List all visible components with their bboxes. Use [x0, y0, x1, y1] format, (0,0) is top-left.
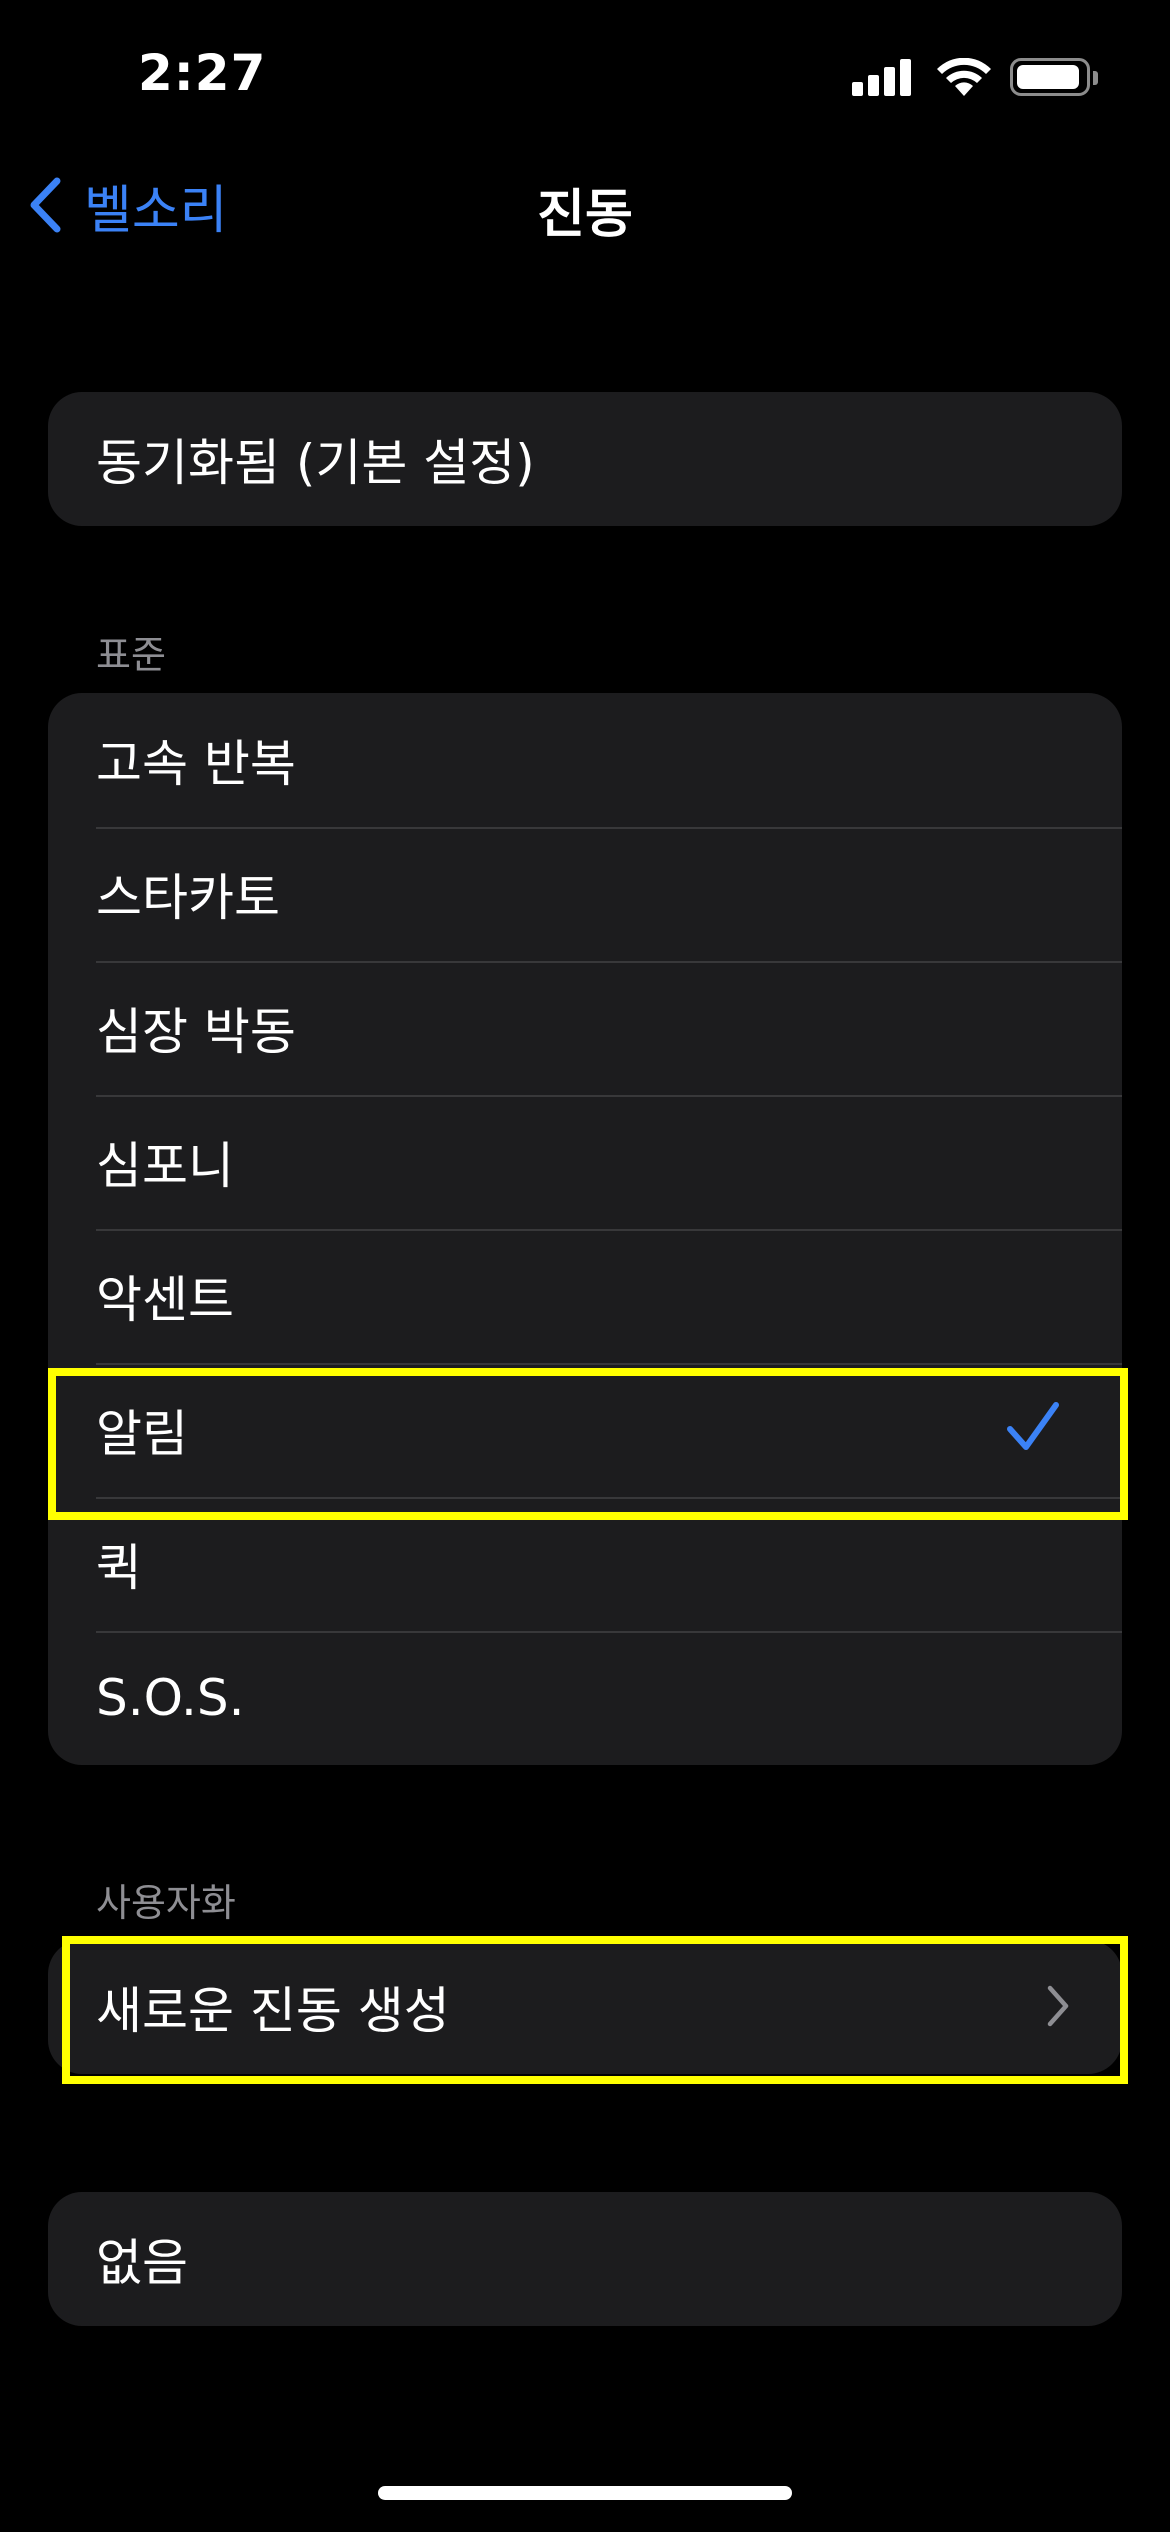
vibration-settings-screen: 2:27 벨소리 진동 동기화됨 (기본 설정) 표준 고속 반복 스타카토 심… [0, 0, 1170, 2532]
option-heartbeat[interactable]: 심장 박동 [48, 961, 1122, 1095]
option-rapid[interactable]: 고속 반복 [48, 693, 1122, 827]
battery-icon [1010, 58, 1090, 96]
option-label: 악센트 [96, 1271, 234, 1329]
option-symphony[interactable]: 심포니 [48, 1095, 1122, 1229]
option-sos[interactable]: S.O.S. [48, 1631, 1122, 1765]
section-header-standard: 표준 [96, 633, 166, 677]
option-none[interactable]: 없음 [48, 2192, 1122, 2326]
none-group: 없음 [48, 2192, 1122, 2326]
option-label: 새로운 진동 생성 [96, 1982, 450, 2040]
standard-group: 고속 반복 스타카토 심장 박동 심포니 악센트 알림 퀵 S.O.S. [48, 693, 1122, 1765]
option-label: 심포니 [96, 1137, 234, 1195]
checkmark-icon [1007, 1402, 1059, 1450]
create-new-vibration-button[interactable]: 새로운 진동 생성 [48, 1940, 1122, 2074]
option-label: 심장 박동 [96, 1003, 296, 1061]
option-label: 고속 반복 [96, 735, 296, 793]
option-label: 알림 [96, 1405, 188, 1463]
option-label: S.O.S. [96, 1669, 245, 1727]
page-title: 진동 [537, 185, 633, 245]
default-group: 동기화됨 (기본 설정) [48, 392, 1122, 526]
option-synced-default[interactable]: 동기화됨 (기본 설정) [48, 392, 1122, 526]
section-header-custom: 사용자화 [96, 1881, 236, 1925]
option-label: 퀵 [96, 1539, 142, 1597]
custom-group: 새로운 진동 생성 [48, 1940, 1122, 2074]
wifi-icon [937, 58, 991, 96]
status-time: 2:27 [138, 44, 267, 102]
option-label: 스타카토 [96, 869, 280, 927]
option-label: 없음 [96, 2234, 188, 2292]
cellular-signal-icon [852, 56, 912, 96]
option-quick[interactable]: 퀵 [48, 1497, 1122, 1631]
option-alert[interactable]: 알림 [48, 1363, 1122, 1497]
option-staccato[interactable]: 스타카토 [48, 827, 1122, 961]
chevron-right-icon [1047, 1985, 1069, 2027]
option-label: 동기화됨 (기본 설정) [96, 434, 535, 492]
home-indicator[interactable] [378, 2486, 792, 2500]
option-accent[interactable]: 악센트 [48, 1229, 1122, 1363]
